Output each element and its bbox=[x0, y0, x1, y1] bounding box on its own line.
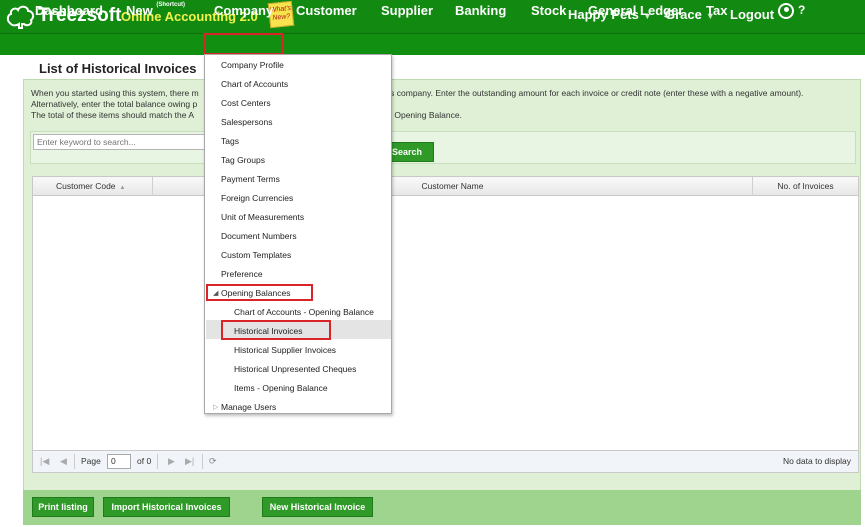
first-page-icon[interactable]: |◀ bbox=[40, 456, 49, 467]
page-number-input[interactable]: 0 bbox=[107, 454, 131, 469]
grid-header: Customer Code ▲ Customer Name No. of Invo… bbox=[33, 177, 858, 196]
page-count: of 0 bbox=[137, 456, 152, 466]
nav-stock[interactable]: Stock bbox=[531, 3, 566, 18]
menu-item-manage-users[interactable]: Manage Users bbox=[221, 402, 276, 412]
intro-line-3: The total of these items should match th… bbox=[31, 110, 857, 121]
col-invoice-count[interactable]: No. of Invoices bbox=[753, 177, 858, 196]
nav-company[interactable]: Company bbox=[214, 3, 273, 18]
invoice-grid: Customer Code ▲ Customer Name No. of Invo… bbox=[32, 176, 859, 451]
tree-logo-icon bbox=[6, 5, 35, 29]
intro-line-1b: to this company. Enter the outstanding a… bbox=[371, 88, 804, 98]
nav-general-ledger[interactable]: General Ledger bbox=[588, 3, 683, 18]
menu-item-chart-of-accounts-opening-balance[interactable]: Chart of Accounts - Opening Balance bbox=[234, 307, 374, 317]
menu-item-document-numbers[interactable]: Document Numbers bbox=[221, 231, 297, 241]
company-highlight-box bbox=[203, 33, 283, 55]
main-nav bbox=[0, 33, 865, 55]
menu-item-historical-supplier-invoices[interactable]: Historical Supplier Invoices bbox=[234, 345, 336, 355]
intro-line-3a: The total of these items should match th… bbox=[31, 110, 195, 120]
menu-item-salespersons[interactable]: Salespersons bbox=[221, 117, 273, 127]
menu-item-payment-terms[interactable]: Payment Terms bbox=[221, 174, 280, 184]
nav-dashboard[interactable]: Dashboard bbox=[35, 3, 103, 18]
new-historical-invoice-button[interactable]: New Historical Invoice bbox=[262, 497, 373, 517]
pager-divider bbox=[157, 454, 158, 469]
logout-link[interactable]: Logout bbox=[730, 7, 774, 22]
menu-item-cost-centers[interactable]: Cost Centers bbox=[221, 98, 271, 108]
menu-item-tag-groups[interactable]: Tag Groups bbox=[221, 155, 265, 165]
menu-item-company-profile[interactable]: Company Profile bbox=[221, 60, 284, 70]
refresh-icon[interactable]: ⟳ bbox=[209, 456, 217, 467]
menu-item-preference[interactable]: Preference bbox=[221, 269, 263, 279]
nav-tax[interactable]: Tax bbox=[706, 3, 727, 18]
menu-item-items-opening-balance[interactable]: Items - Opening Balance bbox=[234, 383, 328, 393]
last-page-icon[interactable]: ▶| bbox=[185, 456, 194, 467]
nav-banking[interactable]: Banking bbox=[455, 3, 506, 18]
nav-supplier[interactable]: Supplier bbox=[381, 3, 433, 18]
nav-customer[interactable]: Customer bbox=[296, 3, 357, 18]
menu-item-unit-of-measurements[interactable]: Unit of Measurements bbox=[221, 212, 304, 222]
menu-item-historical-unpresented-cheques[interactable]: Historical Unpresented Cheques bbox=[234, 364, 356, 374]
next-page-icon[interactable]: ▶ bbox=[168, 456, 175, 467]
empty-message: No data to display bbox=[782, 456, 851, 466]
historical-invoices-highlight-box bbox=[221, 320, 331, 340]
import-historical-invoices-button[interactable]: Import Historical Invoices bbox=[103, 497, 230, 517]
intro-line-2: Alternatively, enter the total balance o… bbox=[31, 99, 198, 109]
print-listing-button[interactable]: Print listing bbox=[32, 497, 94, 517]
page-title: List of Historical Invoices bbox=[39, 61, 197, 76]
company-dropdown-menu: Company Profile Chart of Accounts Cost C… bbox=[204, 54, 392, 414]
menu-item-custom-templates[interactable]: Custom Templates bbox=[221, 250, 291, 260]
intro-line-1a: When you started using this system, ther… bbox=[31, 88, 199, 98]
shortcut-label: (Shortcut) bbox=[156, 2, 186, 8]
page-label: Page bbox=[81, 456, 101, 466]
collapsed-arrow-icon: ▷ bbox=[213, 404, 219, 411]
grid-pager: |◀ ◀ Page 0 of 0 ▶ ▶| ⟳ No data to displ… bbox=[32, 451, 859, 473]
intro-text: When you started using this system, ther… bbox=[31, 88, 857, 121]
sort-asc-icon: ▲ bbox=[119, 185, 126, 191]
nav-new-label: New bbox=[126, 3, 153, 18]
col-customer-code[interactable]: Customer Code ▲ bbox=[33, 177, 153, 196]
col-customer-code-label: Customer Code bbox=[56, 181, 116, 191]
menu-item-foreign-currencies[interactable]: Foreign Currencies bbox=[221, 193, 293, 203]
nav-new[interactable]: New (Shortcut) bbox=[126, 2, 186, 18]
help-icon[interactable]: ? bbox=[798, 3, 805, 17]
opening-balances-highlight-box bbox=[206, 284, 313, 301]
pager-divider bbox=[74, 454, 75, 469]
user-account-icon[interactable] bbox=[778, 3, 794, 19]
prev-page-icon[interactable]: ◀ bbox=[60, 456, 67, 467]
search-input[interactable] bbox=[33, 134, 208, 150]
menu-item-chart-of-accounts[interactable]: Chart of Accounts bbox=[221, 79, 288, 89]
pager-divider bbox=[202, 454, 203, 469]
menu-item-tags[interactable]: Tags bbox=[221, 136, 239, 146]
intro-line-1: When you started using this system, ther… bbox=[31, 88, 857, 99]
